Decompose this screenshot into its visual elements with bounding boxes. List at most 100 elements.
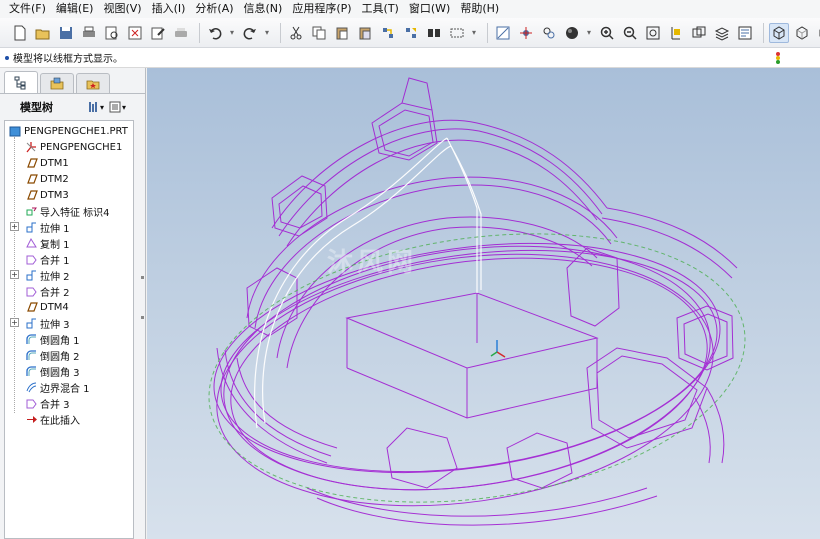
panel-splitter[interactable]	[140, 268, 145, 328]
tree-node-label: 在此插入	[40, 415, 80, 427]
edit-button[interactable]	[148, 23, 168, 43]
tree-node-label: DTM2	[40, 173, 69, 185]
dropdown-arrow-icon[interactable]: ▾	[585, 23, 593, 43]
close-window-button[interactable]	[125, 23, 145, 43]
dropdown-arrow-icon[interactable]: ▾	[228, 23, 236, 43]
tree-node-label: 合并 3	[40, 399, 70, 411]
toolbar-separator	[199, 22, 200, 43]
layers-button[interactable]	[712, 23, 732, 43]
saved-views-button[interactable]	[689, 23, 709, 43]
tree-node[interactable]: DTM4	[25, 299, 69, 315]
tree-node[interactable]: 合并 1	[25, 251, 70, 267]
orient-mode-button[interactable]	[539, 23, 559, 43]
graphics-window[interactable]: 沐风网	[147, 68, 820, 539]
shading-button[interactable]	[562, 23, 582, 43]
copy-icon	[312, 26, 326, 39]
tree-expander[interactable]: +	[10, 222, 19, 231]
toolbar-separator	[487, 22, 488, 43]
open-folder-icon	[35, 29, 50, 39]
tree-node-label: 倒圆角 3	[40, 367, 80, 379]
menu-item[interactable]: 信息(N)	[239, 0, 288, 18]
tree-node[interactable]: 倒圆角 2	[25, 347, 80, 363]
folder-browser-tab[interactable]	[40, 73, 74, 93]
tree-node[interactable]: 拉伸 2	[25, 267, 70, 283]
tree-node[interactable]: PENGPENGCHE1	[25, 139, 122, 155]
tree-node[interactable]: 边界混合 1	[25, 379, 90, 395]
regenerate-icon	[383, 27, 393, 38]
hidden-line-button[interactable]	[792, 23, 812, 43]
tree-node[interactable]: 在此插入	[25, 411, 80, 427]
wireframe-button[interactable]	[769, 22, 789, 43]
copy-button[interactable]	[309, 23, 329, 43]
tree-settings-button[interactable]: ▾	[87, 99, 109, 115]
zoom-out-button[interactable]	[620, 23, 640, 43]
print-button[interactable]	[79, 23, 99, 43]
menu-item[interactable]: 窗口(W)	[404, 0, 455, 18]
paste-special-button[interactable]	[355, 23, 375, 43]
menu-item[interactable]: 编辑(E)	[51, 0, 99, 18]
wireframe-model	[208, 77, 746, 526]
favorites-tab[interactable]	[76, 73, 110, 93]
no-hidden-button[interactable]	[815, 23, 820, 43]
datum-display-button[interactable]	[493, 23, 513, 43]
view-manager-button[interactable]	[735, 23, 755, 43]
tree-node-label: 导入特征 标识4	[40, 207, 110, 219]
save-button[interactable]	[56, 23, 76, 43]
print-preview-button[interactable]	[102, 23, 122, 43]
printer-setup-button[interactable]	[171, 23, 191, 43]
dropdown-arrow-icon[interactable]: ▾	[470, 23, 478, 43]
dropdown-arrow-icon[interactable]: ▾	[263, 23, 271, 43]
tree-show-icon	[109, 101, 121, 113]
select-box-button[interactable]	[447, 23, 467, 43]
menu-item[interactable]: 工具(T)	[357, 0, 404, 18]
tree-node[interactable]: 倒圆角 1	[25, 331, 80, 347]
new-file-button[interactable]	[10, 23, 30, 43]
tree-node-label: 合并 2	[40, 287, 70, 299]
favorites-tab-icon	[86, 80, 100, 89]
undo-button[interactable]	[205, 23, 225, 43]
reorient-button[interactable]	[666, 23, 686, 43]
paste-button[interactable]	[332, 23, 352, 43]
menu-item[interactable]: 应用程序(P)	[287, 0, 356, 18]
regen-manager-button[interactable]	[401, 23, 421, 43]
zoom-out-icon	[623, 26, 637, 40]
merge-icon	[26, 287, 37, 296]
menu-item[interactable]: 分析(A)	[190, 0, 238, 18]
tree-node[interactable]: 拉伸 3	[25, 315, 70, 331]
cut-icon	[290, 26, 302, 39]
tree-node-label: 拉伸 3	[40, 319, 70, 331]
tree-show-button[interactable]: ▾	[109, 99, 131, 115]
open-folder-button[interactable]	[33, 23, 53, 43]
cut-button[interactable]	[286, 23, 306, 43]
zoom-in-button[interactable]	[597, 23, 617, 43]
menu-item[interactable]: 帮助(H)	[455, 0, 504, 18]
redo-button[interactable]	[240, 23, 260, 43]
model-tree-tab-icon	[14, 76, 26, 89]
tree-node[interactable]: 合并 3	[25, 395, 70, 411]
tree-node[interactable]: PENGPENGCHE1.PRT	[9, 123, 128, 139]
find-button[interactable]	[424, 23, 444, 43]
csys-triad	[490, 340, 506, 358]
menu-item[interactable]: 插入(I)	[147, 0, 191, 18]
tree-node[interactable]: DTM3	[25, 187, 69, 203]
traffic-light-icon[interactable]	[772, 51, 784, 65]
tree-node[interactable]: 倒圆角 3	[25, 363, 80, 379]
tree-expander[interactable]: +	[10, 318, 19, 327]
tree-node[interactable]: 合并 2	[25, 283, 70, 299]
extrude-icon	[26, 318, 36, 328]
tree-node-label: PENGPENGCHE1.PRT	[24, 125, 128, 137]
menu-item[interactable]: 视图(V)	[98, 0, 146, 18]
tree-node[interactable]: DTM2	[25, 171, 69, 187]
tree-expander[interactable]: +	[10, 270, 19, 279]
regenerate-button[interactable]	[378, 23, 398, 43]
menu-item[interactable]: 文件(F)	[4, 0, 51, 18]
tree-node[interactable]: 拉伸 1	[25, 219, 70, 235]
tree-node-label: 拉伸 1	[40, 223, 70, 235]
tree-node[interactable]: DTM1	[25, 155, 69, 171]
refit-icon	[646, 26, 660, 39]
tree-node[interactable]: 复制 1	[25, 235, 70, 251]
refit-button[interactable]	[643, 23, 663, 43]
spin-center-button[interactable]	[516, 23, 536, 43]
tree-node[interactable]: 导入特征 标识4	[25, 203, 110, 219]
model-tree-tab[interactable]	[4, 71, 38, 93]
